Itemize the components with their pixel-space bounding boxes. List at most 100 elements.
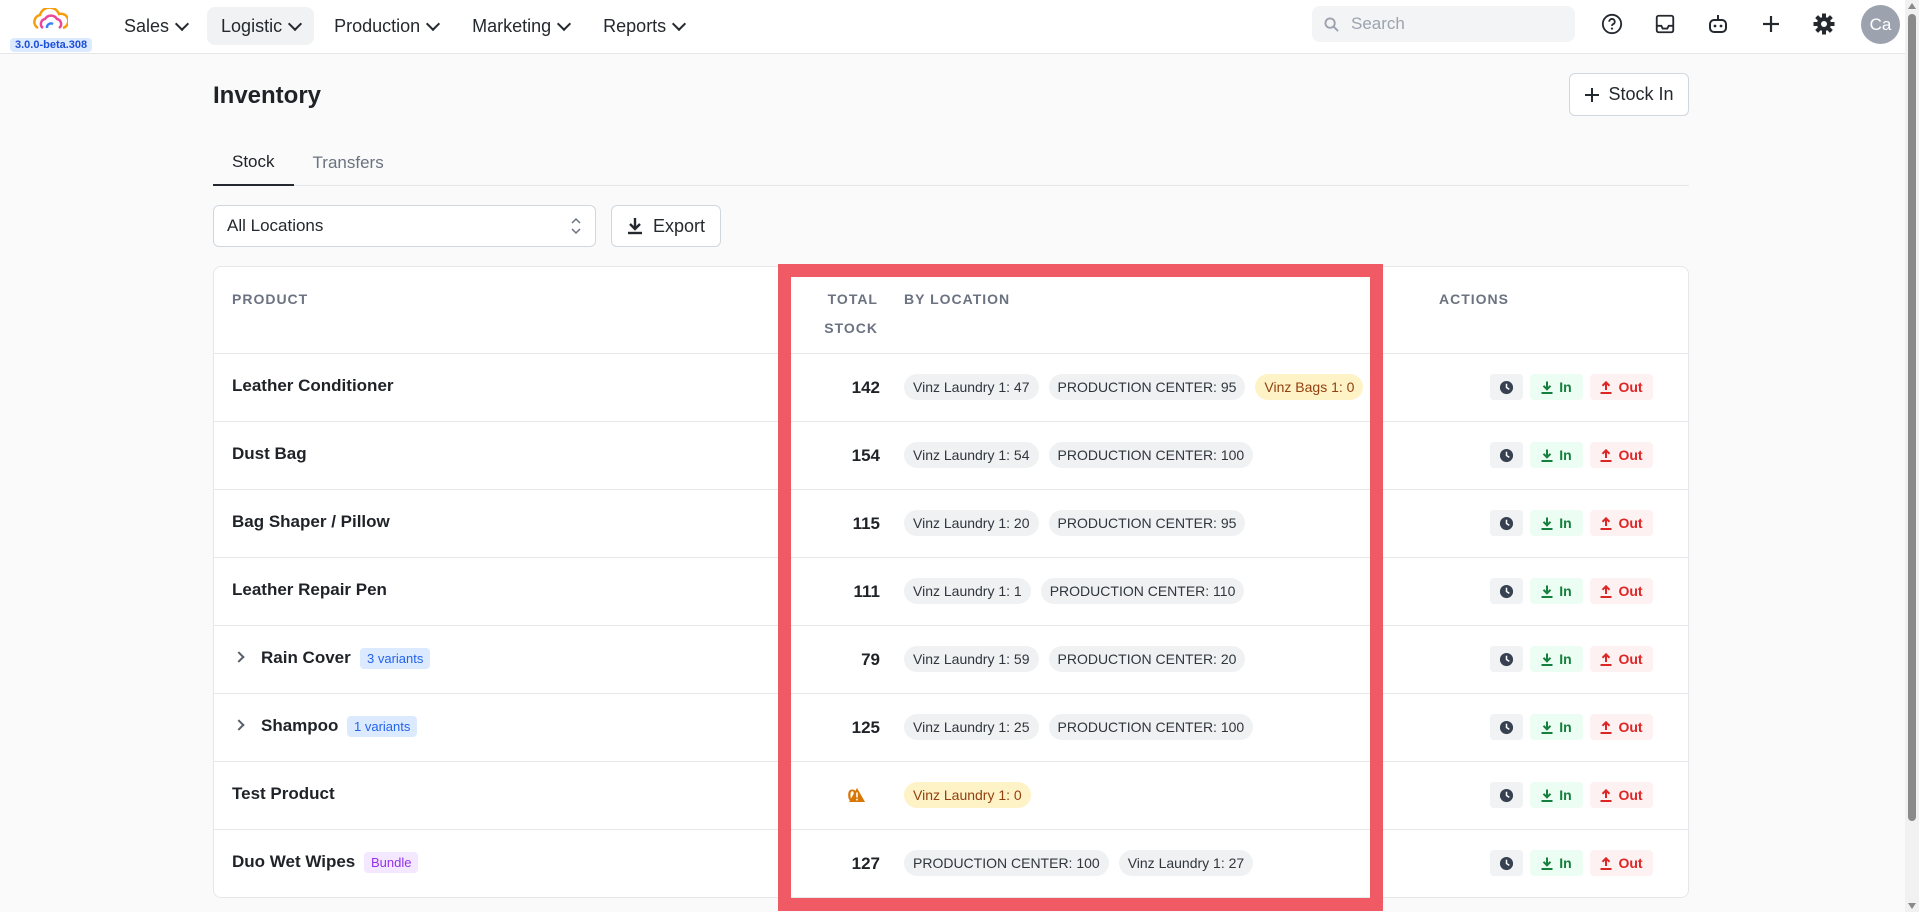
table-row[interactable]: Shampoo 1 variants 125 Vinz Laundry 1: 25 PR… (214, 693, 1688, 761)
history-button[interactable] (1490, 646, 1523, 672)
stock-in-row-button[interactable]: In (1530, 714, 1583, 740)
upload-icon (1600, 448, 1612, 462)
stock-in-row-button[interactable]: In (1530, 510, 1583, 536)
nav-marketing[interactable]: Marketing (458, 7, 583, 45)
stock-out-row-button[interactable]: Out (1590, 646, 1653, 672)
plus-icon[interactable] (1753, 6, 1788, 41)
table-row[interactable]: Dust Bag 154 Vinz Laundry 1: 54 PRODUCTION … (214, 421, 1688, 489)
product-name[interactable]: Test Product (232, 784, 335, 804)
stock-in-button[interactable]: Stock In (1569, 73, 1689, 116)
gear-icon[interactable] (1806, 6, 1841, 41)
upload-icon (1600, 380, 1612, 394)
export-button[interactable]: Export (611, 205, 721, 247)
stock-out-row-button[interactable]: Out (1590, 850, 1653, 876)
row-actions: In Out (1490, 646, 1653, 672)
product-name[interactable]: Dust Bag (232, 444, 307, 464)
product-name[interactable]: Leather Conditioner (232, 376, 394, 396)
chevron-down-icon (174, 16, 190, 31)
stock-in-row-button[interactable]: In (1530, 646, 1583, 672)
row-actions: In Out (1490, 850, 1653, 876)
table-row[interactable]: Duo Wet Wipes Bundle 127 PRODUCTION CENTER:… (214, 829, 1688, 897)
tab-stock[interactable]: Stock (213, 140, 294, 186)
stock-out-row-button[interactable]: Out (1590, 714, 1653, 740)
page-scrollbar[interactable] (1905, 0, 1919, 912)
out-label: Out (1618, 379, 1643, 395)
location-stock-pill: PRODUCTION CENTER: 100 (1048, 714, 1254, 740)
nav-production-label: Production (334, 15, 421, 36)
stock-out-row-button[interactable]: Out (1590, 442, 1653, 468)
scroll-down-icon[interactable] (1908, 903, 1916, 909)
download-icon (1541, 653, 1553, 666)
row-actions: In Out (1490, 578, 1653, 604)
download-icon (1541, 857, 1553, 870)
history-button[interactable] (1490, 442, 1523, 468)
location-select-value: All Locations (227, 216, 324, 235)
clock-icon (1499, 788, 1514, 802)
history-button[interactable] (1490, 510, 1523, 536)
upload-icon (1600, 788, 1612, 802)
stock-in-row-button[interactable]: In (1530, 578, 1583, 604)
location-stock-pill: PRODUCTION CENTER: 100 (904, 850, 1109, 876)
product-name[interactable]: Bag Shaper / Pillow (232, 512, 390, 532)
in-label: In (1559, 583, 1572, 599)
location-select[interactable]: All Locations (213, 205, 596, 247)
product-name[interactable]: Leather Repair Pen (232, 580, 387, 600)
location-stock-pill: Vinz Laundry 1: 54 (904, 442, 1039, 468)
table-row[interactable]: Test Product 0 Vinz Laundry 1: 0 In Out (214, 761, 1688, 829)
header-by-location: BY LOCATION (904, 291, 1011, 307)
help-icon[interactable] (1594, 6, 1629, 41)
stock-in-row-button[interactable]: In (1530, 374, 1583, 400)
tab-transfers[interactable]: Transfers (294, 140, 403, 186)
cloud-logo-icon (33, 8, 68, 30)
row-actions: In Out (1490, 442, 1653, 468)
product-name[interactable]: Duo Wet Wipes (232, 852, 355, 872)
nav-production[interactable]: Production (320, 7, 452, 45)
inventory-table: PRODUCT TOTAL STOCK BY LOCATION ACTIONS … (213, 266, 1689, 898)
table-row[interactable]: Leather Repair Pen 111 Vinz Laundry 1: 1 PR… (214, 557, 1688, 625)
history-button[interactable] (1490, 782, 1523, 808)
table-row[interactable]: Bag Shaper / Pillow 115 Vinz Laundry 1: 20… (214, 489, 1688, 557)
row-actions: In Out (1490, 714, 1653, 740)
nav-sales[interactable]: Sales (110, 7, 201, 45)
history-button[interactable] (1490, 374, 1523, 400)
header-product: PRODUCT (232, 291, 309, 307)
bot-icon[interactable] (1700, 6, 1735, 41)
inbox-icon[interactable] (1647, 6, 1682, 41)
location-stock-pill: Vinz Bags 1: 0 (1255, 374, 1364, 400)
nav-logistic[interactable]: Logistic (207, 7, 315, 45)
product-name[interactable]: Rain Cover (261, 648, 351, 668)
stock-in-row-button[interactable]: In (1530, 782, 1583, 808)
upload-icon (1600, 652, 1612, 666)
clock-icon (1499, 856, 1514, 870)
history-button[interactable] (1490, 850, 1523, 876)
scroll-up-icon[interactable] (1908, 3, 1916, 9)
stock-in-row-button[interactable]: In (1530, 442, 1583, 468)
chevron-right-icon[interactable] (233, 651, 245, 663)
nav-reports[interactable]: Reports (589, 7, 698, 45)
app-logo[interactable]: 3.0.0-beta.308 (6, 6, 96, 52)
stock-out-row-button[interactable]: Out (1590, 374, 1653, 400)
location-stock-pill: Vinz Laundry 1: 1 (904, 578, 1031, 604)
search-input[interactable]: Search (1312, 6, 1575, 42)
location-breakdown: Vinz Laundry 1: 0 (904, 782, 1031, 808)
table-row[interactable]: Leather Conditioner 142 Vinz Laundry 1: 47… (214, 353, 1688, 421)
scrollbar-thumb[interactable] (1908, 14, 1916, 821)
stock-out-row-button[interactable]: Out (1590, 510, 1653, 536)
stock-out-row-button[interactable]: Out (1590, 782, 1653, 808)
stock-in-row-button[interactable]: In (1530, 850, 1583, 876)
variants-badge: 1 variants (347, 716, 418, 737)
history-button[interactable] (1490, 578, 1523, 604)
history-button[interactable] (1490, 714, 1523, 740)
in-label: In (1559, 379, 1572, 395)
out-label: Out (1618, 787, 1643, 803)
download-icon (1541, 585, 1553, 598)
product-name[interactable]: Shampoo (261, 716, 338, 736)
stock-out-row-button[interactable]: Out (1590, 578, 1653, 604)
chevron-right-icon[interactable] (233, 719, 245, 731)
avatar[interactable]: Ca (1861, 5, 1900, 44)
nav-sales-label: Sales (124, 15, 170, 36)
location-stock-pill: PRODUCTION CENTER: 95 (1048, 374, 1246, 400)
in-label: In (1559, 515, 1572, 531)
search-placeholder: Search (1351, 14, 1405, 33)
table-row[interactable]: Rain Cover 3 variants 79 Vinz Laundry 1: 59… (214, 625, 1688, 693)
